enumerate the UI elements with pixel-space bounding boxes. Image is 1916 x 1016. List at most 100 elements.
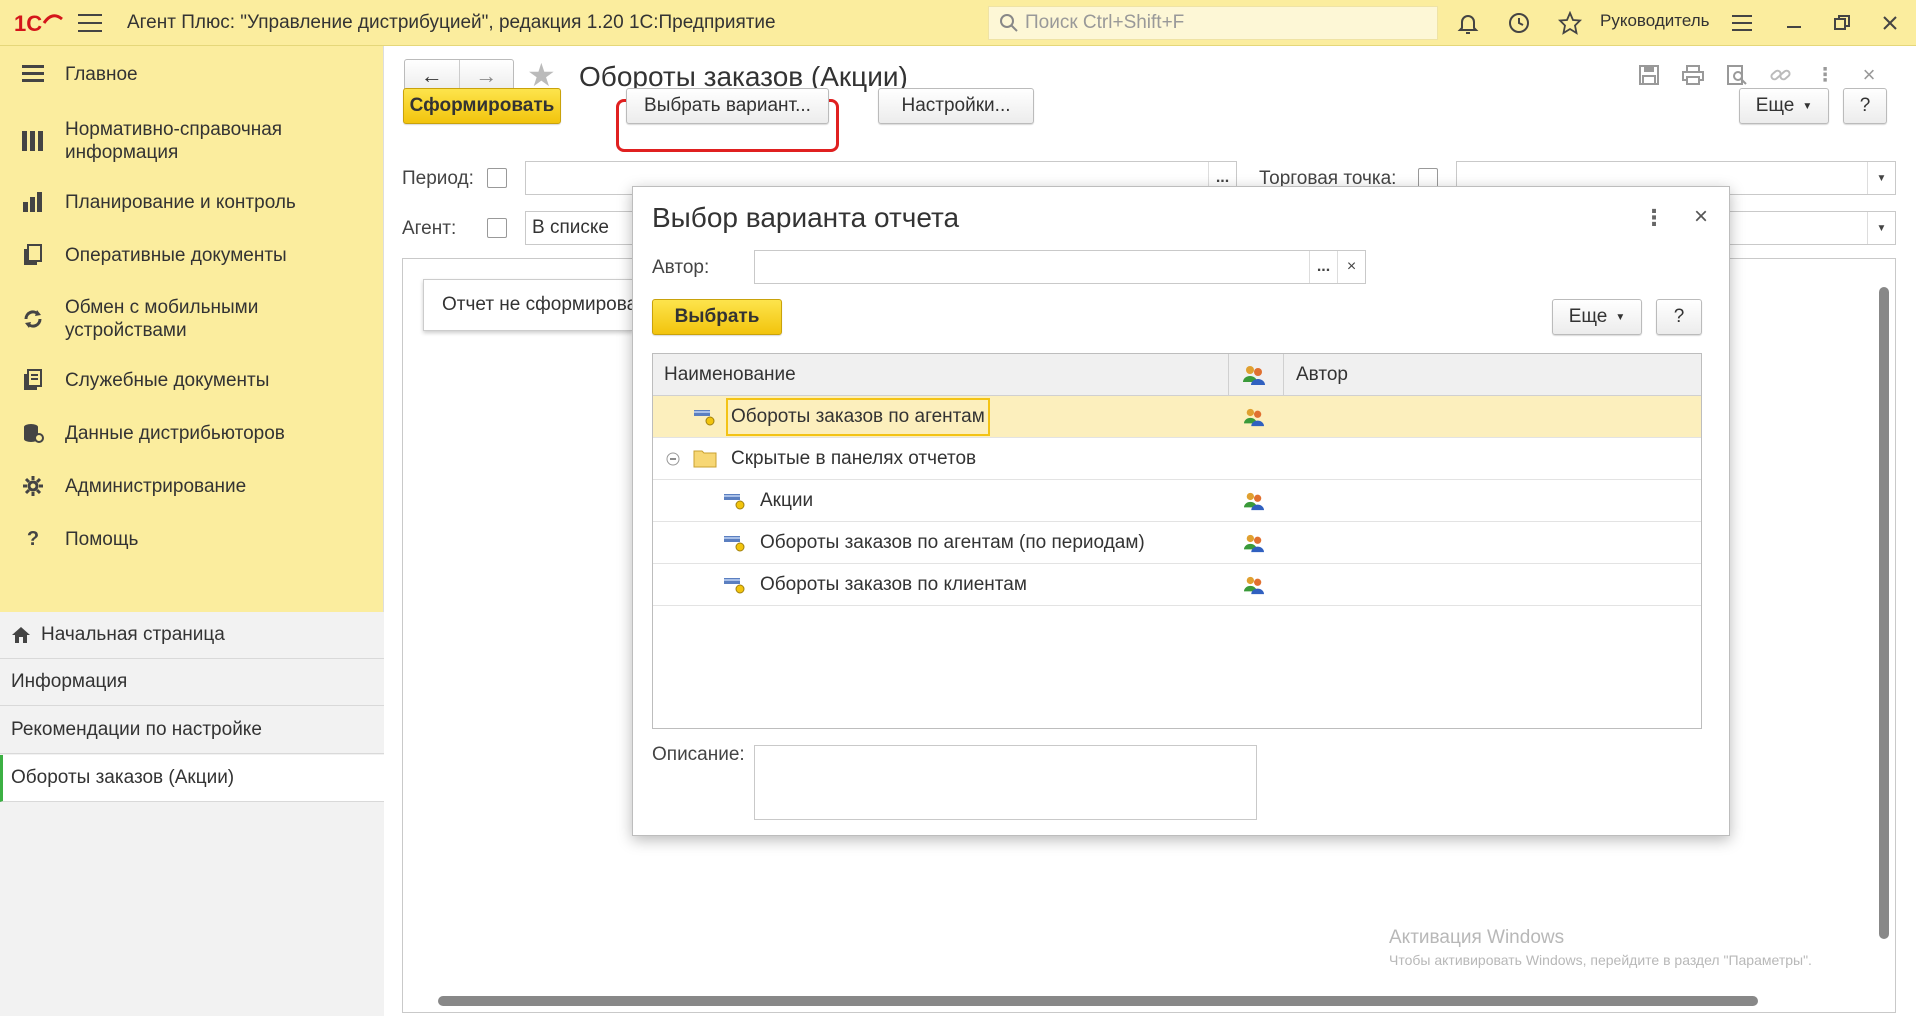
report-variant-icon — [724, 494, 745, 510]
favorites-star-icon[interactable] — [1556, 9, 1584, 37]
table-row[interactable]: Акции — [653, 480, 1701, 522]
report-variant-icon — [694, 410, 715, 426]
preview-icon[interactable] — [1724, 62, 1750, 88]
dialog-help-button[interactable]: ? — [1656, 299, 1702, 335]
open-windows-panel: Начальная страница Информация Рекомендац… — [0, 612, 384, 1016]
dialog-menu-icon[interactable]: ⋮ — [1643, 205, 1665, 231]
author-clear-button[interactable]: × — [1337, 251, 1365, 283]
users-icon — [1244, 534, 1264, 553]
section-label: Помощь — [65, 528, 139, 550]
history-icon[interactable] — [1505, 9, 1533, 37]
more-button-label: Еще — [1568, 306, 1608, 327]
help-icon: ? — [26, 527, 40, 550]
grid-book-icon — [20, 128, 46, 154]
dialog-title: Выбор варианта отчета — [652, 202, 960, 233]
generate-button[interactable]: Сформировать — [403, 88, 561, 124]
choose-variant-dialog: Выбор варианта отчета ⋮ × Автор: ... × В… — [632, 186, 1730, 836]
section-label: Главное — [65, 63, 138, 85]
close-form-icon[interactable]: × — [1856, 62, 1882, 88]
table-header: Наименование Автор — [653, 354, 1701, 396]
table-row[interactable]: Обороты заказов по агентам (по периодам) — [653, 522, 1701, 564]
windows-activation-title: Активация Windows — [1389, 927, 1565, 948]
agent-label: Агент: — [402, 218, 457, 239]
link-icon[interactable] — [1768, 62, 1794, 88]
author-picker-button[interactable]: ... — [1309, 251, 1337, 283]
open-window-info[interactable]: Информация — [0, 659, 384, 706]
table-row[interactable]: Обороты заказов по клиентам — [653, 564, 1701, 606]
description-label: Описание: — [652, 744, 745, 765]
open-window-setup-tips[interactable]: Рекомендации по настройке — [0, 707, 384, 754]
open-window-home[interactable]: Начальная страница — [0, 612, 384, 659]
more-actions-icon[interactable]: ⋮ — [1812, 62, 1838, 88]
table-row[interactable]: Обороты заказов по агентам — [653, 396, 1701, 438]
app-title: Агент Плюс: "Управление дистрибуцией", р… — [127, 12, 776, 33]
variants-table[interactable]: Наименование Автор Обороты заказов по аг… — [652, 353, 1702, 729]
help-button[interactable]: ? — [1843, 88, 1887, 124]
variant-name: Акции — [760, 490, 814, 511]
gear-icon — [20, 473, 46, 499]
more-button[interactable]: Еще ▼ — [1739, 88, 1829, 124]
section-help[interactable]: ? Помощь — [0, 525, 384, 553]
column-author-header[interactable]: Автор — [1296, 364, 1348, 386]
section-reference-info[interactable]: Нормативно-справочная информация — [0, 116, 384, 166]
1c-logo[interactable]: 1С — [14, 9, 64, 37]
agent-checkbox[interactable] — [487, 218, 507, 238]
dialog-close-icon[interactable]: × — [1688, 203, 1714, 230]
open-window-order-turnover[interactable]: Обороты заказов (Акции) — [0, 755, 384, 802]
author-field[interactable]: ... × — [754, 250, 1366, 284]
favorite-star-icon[interactable]: ★ — [527, 59, 556, 91]
description-field[interactable] — [754, 745, 1257, 820]
chevron-down-icon: ▼ — [1615, 311, 1626, 323]
save-icon[interactable] — [1636, 62, 1662, 88]
open-window-label: Информация — [11, 671, 128, 692]
section-label: Оперативные документы — [65, 244, 287, 266]
home-icon — [12, 627, 30, 643]
settings-button[interactable]: Настройки... — [878, 88, 1034, 124]
section-main[interactable]: Главное — [0, 60, 384, 88]
section-administration[interactable]: Администрирование — [0, 472, 384, 500]
notifications-bell-icon[interactable] — [1454, 9, 1482, 37]
section-label: Обмен с мобильными устройствами — [65, 297, 259, 341]
chevron-down-icon[interactable]: ▼ — [1867, 162, 1895, 194]
collapse-icon[interactable] — [666, 452, 680, 466]
section-label: Данные дистрибьюторов — [65, 422, 285, 444]
open-window-label: Рекомендации по настройке — [11, 719, 262, 740]
database-icon — [20, 420, 46, 446]
variant-name: Обороты заказов по агентам — [726, 398, 990, 436]
settings-lines-icon[interactable] — [1728, 9, 1756, 37]
period-checkbox[interactable] — [487, 168, 507, 188]
column-name-header[interactable]: Наименование — [664, 364, 796, 386]
variant-name: Обороты заказов по клиентам — [760, 574, 1027, 595]
report-variant-icon — [724, 578, 745, 594]
restore-icon[interactable] — [1828, 9, 1856, 37]
dialog-more-button[interactable]: Еще ▼ — [1552, 299, 1642, 335]
choose-variant-button[interactable]: Выбрать вариант... — [626, 88, 829, 124]
folder-icon — [693, 450, 717, 468]
section-planning[interactable]: Планирование и контроль — [0, 188, 384, 216]
section-label: Служебные документы — [65, 369, 270, 391]
chevron-down-icon[interactable]: ▼ — [1867, 212, 1895, 244]
column-separator — [1283, 354, 1284, 396]
section-service-docs[interactable]: Служебные документы — [0, 366, 384, 394]
section-mobile-exchange[interactable]: Обмен с мобильными устройствами — [0, 294, 384, 344]
minimize-icon[interactable] — [1780, 9, 1808, 37]
users-icon — [1244, 408, 1264, 427]
section-operational-docs[interactable]: Оперативные документы — [0, 241, 384, 269]
author-label: Автор: — [652, 257, 710, 278]
close-window-icon[interactable] — [1876, 9, 1904, 37]
vertical-scrollbar[interactable] — [1879, 287, 1889, 939]
section-distributor-data[interactable]: Данные дистрибьюторов — [0, 419, 384, 447]
agent-condition-field[interactable]: В списке — [525, 211, 635, 245]
search-input[interactable]: Поиск Ctrl+Shift+F — [988, 6, 1438, 40]
chevron-down-icon: ▼ — [1802, 100, 1813, 112]
horizontal-scrollbar[interactable] — [438, 996, 1758, 1006]
users-icon — [1244, 576, 1264, 595]
report-status-message: Отчет не сформирован — [423, 279, 633, 331]
print-icon[interactable] — [1680, 62, 1706, 88]
select-button[interactable]: Выбрать — [652, 299, 782, 335]
current-user[interactable]: Руководитель — [1600, 11, 1710, 31]
table-row[interactable]: Скрытые в панелях отчетов — [653, 438, 1701, 480]
main-menu-icon[interactable] — [78, 14, 102, 32]
column-separator — [1228, 354, 1229, 396]
outlet-checkbox[interactable] — [1418, 168, 1438, 188]
